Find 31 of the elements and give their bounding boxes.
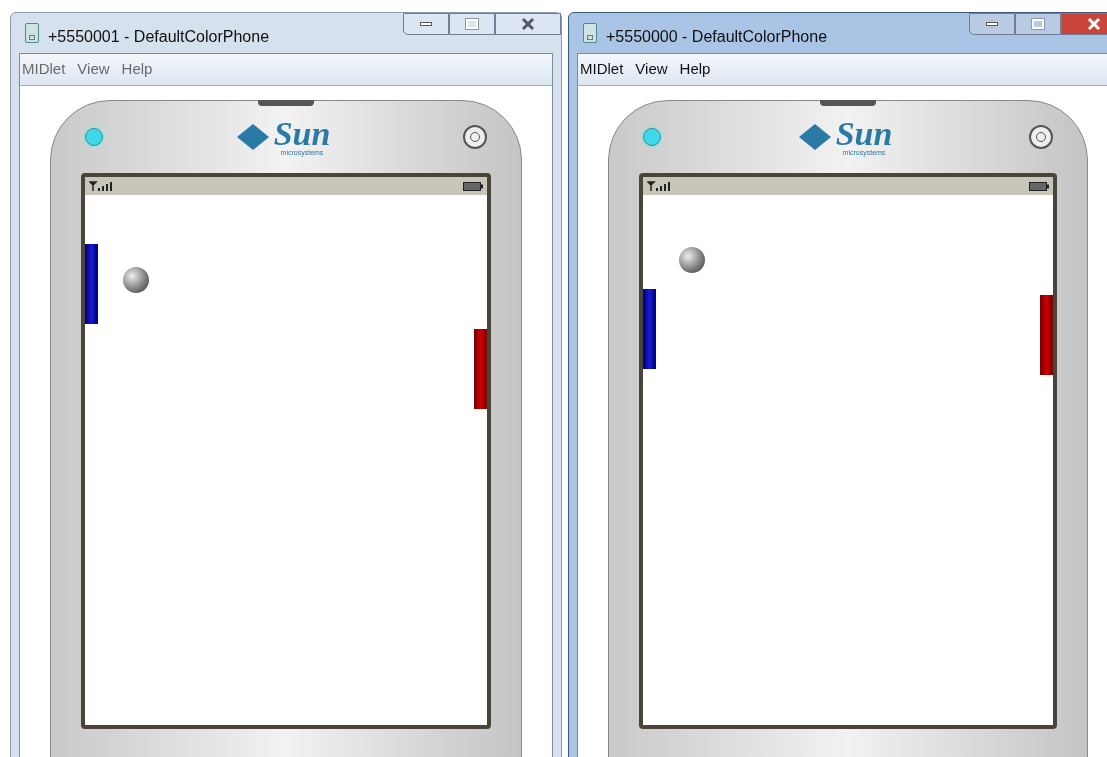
logo-text: Sun — [835, 118, 893, 149]
menu-item[interactable]: MIDlet — [22, 58, 66, 81]
battery-icon — [1029, 181, 1049, 191]
close-icon — [520, 17, 536, 31]
status-led — [643, 128, 661, 146]
power-button[interactable] — [463, 125, 487, 149]
maximize-button[interactable] — [449, 13, 495, 35]
status-led — [85, 128, 103, 146]
phone-app-icon — [583, 23, 597, 43]
close-button[interactable] — [495, 13, 561, 35]
minimize-button[interactable] — [969, 13, 1015, 35]
signal-icon — [89, 181, 115, 191]
signal-icon — [647, 181, 673, 191]
menu-item[interactable]: MIDlet — [580, 58, 624, 81]
close-icon — [1086, 17, 1102, 31]
menu-item[interactable]: View — [77, 58, 110, 81]
phone-app-icon — [25, 23, 39, 43]
maximize-button[interactable] — [1015, 13, 1061, 35]
battery-icon — [463, 181, 483, 191]
window-title: +5550001 - DefaultColorPhone — [48, 27, 270, 47]
diamond-logo-icon — [235, 123, 270, 151]
menu-item[interactable]: Help — [679, 58, 711, 81]
menu-item[interactable]: View — [635, 58, 668, 81]
logo-text: Sun — [273, 118, 331, 149]
speaker-slot — [820, 100, 876, 106]
window-title: +5550000 - DefaultColorPhone — [606, 27, 828, 47]
diamond-logo-icon — [797, 123, 832, 151]
speaker-slot — [258, 100, 314, 106]
power-button[interactable] — [1029, 125, 1053, 149]
menu-item[interactable]: Help — [121, 58, 153, 81]
minimize-button[interactable] — [403, 13, 449, 35]
